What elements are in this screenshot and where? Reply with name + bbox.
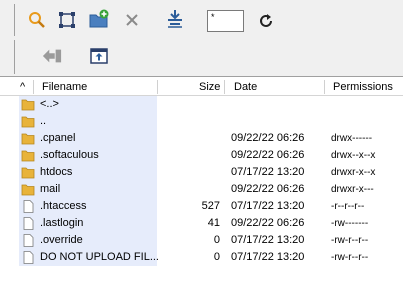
file-date: 09/22/22 06:26 bbox=[231, 217, 305, 229]
file-name: mail bbox=[40, 183, 61, 195]
file-name: <..> bbox=[40, 98, 59, 110]
file-list: ^ Filename Size Date Permissions <..>...… bbox=[0, 76, 403, 295]
folder-icon bbox=[21, 184, 35, 196]
table-row[interactable]: .. bbox=[0, 113, 403, 130]
file-size: 41 bbox=[207, 217, 220, 229]
file-icon bbox=[23, 217, 34, 230]
folder-icon bbox=[21, 99, 35, 111]
sort-indicator[interactable]: ^ bbox=[20, 79, 25, 95]
file-date: 09/22/22 06:26 bbox=[231, 132, 305, 144]
folder-icon bbox=[21, 116, 35, 128]
table-row[interactable]: .cpanel 09/22/22 06:26 drwx------ bbox=[0, 130, 403, 147]
column-header: ^ Filename Size Date Permissions bbox=[0, 79, 403, 96]
find-files-button[interactable] bbox=[27, 10, 47, 30]
table-row[interactable]: .override 0 07/17/22 13:20 -rw-r--r-- bbox=[0, 232, 403, 249]
table-row[interactable]: .softaculous 09/22/22 06:26 drwx--x--x bbox=[0, 147, 403, 164]
file-date: 09/22/22 06:26 bbox=[231, 149, 305, 161]
parent-directory-button[interactable] bbox=[89, 45, 109, 65]
file-name: .cpanel bbox=[40, 132, 76, 144]
new-folder-button[interactable] bbox=[89, 9, 109, 29]
filter-input[interactable]: * bbox=[207, 10, 244, 32]
file-size: 527 bbox=[201, 200, 220, 212]
toolbar-separator bbox=[14, 40, 15, 74]
file-permissions: drwx------ bbox=[331, 133, 373, 144]
find-files-icon bbox=[29, 12, 45, 28]
folder-icon bbox=[21, 133, 35, 145]
file-permissions: drwxr-x--x bbox=[331, 167, 376, 178]
column-divider bbox=[224, 80, 225, 94]
table-row[interactable]: DO NOT UPLOAD FIL... 0 07/17/22 13:20 -rw-r… bbox=[0, 249, 403, 266]
folder-icon bbox=[21, 167, 35, 179]
file-icon bbox=[23, 234, 34, 247]
file-name: .lastlogin bbox=[40, 217, 84, 229]
column-divider bbox=[157, 80, 158, 94]
file-permissions: drwx--x--x bbox=[331, 150, 376, 161]
parent-directory-icon bbox=[90, 48, 108, 64]
table-row[interactable]: mail 09/22/22 06:26 drwxr-x--- bbox=[0, 181, 403, 198]
file-icon bbox=[23, 251, 34, 264]
column-size[interactable]: Size bbox=[199, 79, 220, 95]
select-area-icon bbox=[59, 12, 75, 28]
table-row[interactable]: <..> bbox=[0, 96, 403, 113]
toolbar-bottom: / bbox=[0, 38, 403, 105]
file-name: .override bbox=[40, 234, 83, 246]
table-row[interactable]: .htaccess 527 07/17/22 13:20 -r--r--r-- bbox=[0, 198, 403, 215]
file-date: 07/17/22 13:20 bbox=[231, 166, 305, 178]
file-date: 07/17/22 13:20 bbox=[231, 234, 305, 246]
file-name: .. bbox=[40, 115, 47, 127]
file-date: 07/17/22 13:20 bbox=[231, 200, 305, 212]
refresh-icon bbox=[260, 14, 272, 27]
file-permissions: drwxr-x--- bbox=[331, 184, 374, 195]
file-date: 07/17/22 13:20 bbox=[231, 251, 305, 263]
filter-button[interactable] bbox=[165, 9, 185, 29]
toolbar-separator bbox=[14, 4, 15, 36]
column-divider bbox=[324, 80, 325, 94]
file-name: .softaculous bbox=[40, 149, 99, 161]
table-row[interactable]: htdocs 07/17/22 13:20 drwxr-x--x bbox=[0, 164, 403, 181]
column-permissions[interactable]: Permissions bbox=[333, 79, 393, 95]
delete-icon bbox=[126, 14, 138, 26]
toolbar-top: * bbox=[0, 0, 403, 38]
select-area-button[interactable] bbox=[57, 10, 77, 30]
filter-icon bbox=[168, 10, 182, 28]
file-permissions: -rw------- bbox=[331, 218, 369, 229]
file-name: .htaccess bbox=[40, 200, 87, 212]
file-permissions: -r--r--r-- bbox=[331, 201, 365, 212]
file-permissions: -rw-r--r-- bbox=[331, 235, 369, 246]
new-folder-icon bbox=[89, 9, 109, 28]
delete-button[interactable] bbox=[122, 10, 142, 30]
table-row[interactable]: .lastlogin 41 09/22/22 06:26 -rw------- bbox=[0, 215, 403, 232]
folder-icon bbox=[21, 150, 35, 162]
column-divider bbox=[33, 80, 34, 94]
column-filename[interactable]: Filename bbox=[42, 79, 87, 95]
back-icon bbox=[42, 49, 62, 63]
file-permissions: -rw-r--r-- bbox=[331, 252, 369, 263]
file-date: 09/22/22 06:26 bbox=[231, 183, 305, 195]
file-name: DO NOT UPLOAD FIL... bbox=[40, 251, 159, 263]
back-button[interactable] bbox=[42, 46, 62, 66]
refresh-button[interactable] bbox=[256, 11, 276, 31]
file-size: 0 bbox=[213, 234, 220, 246]
file-name: htdocs bbox=[40, 166, 73, 178]
file-icon bbox=[23, 200, 34, 213]
file-size: 0 bbox=[213, 251, 220, 263]
column-date[interactable]: Date bbox=[234, 79, 257, 95]
